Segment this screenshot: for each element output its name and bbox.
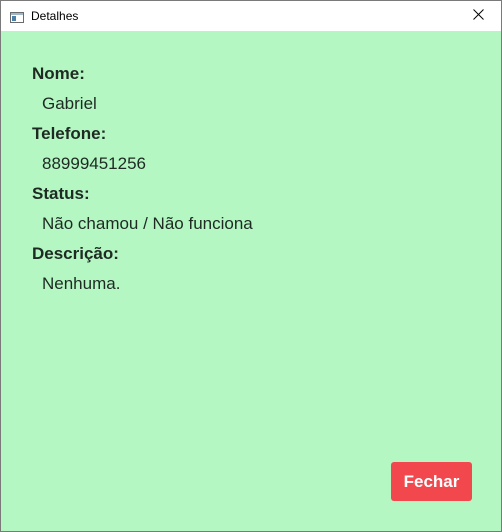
fechar-button[interactable]: Fechar	[391, 462, 472, 501]
window-app-icon	[10, 10, 24, 23]
name-label: Nome:	[32, 64, 85, 83]
close-icon	[472, 7, 484, 25]
phone-label: Telefone:	[32, 124, 107, 143]
title-bar[interactable]: Detalhes	[1, 1, 501, 31]
description-value: Nenhuma.	[42, 274, 121, 293]
description-label: Descrição:	[32, 244, 119, 263]
name-value: Gabriel	[42, 94, 97, 113]
details-panel: Nome: Gabriel Telefone: 88999451256 Stat…	[1, 31, 501, 531]
status-value: Não chamou / Não funciona	[42, 214, 253, 233]
phone-value: 88999451256	[42, 154, 147, 173]
status-label: Status:	[32, 184, 90, 203]
details-window: Detalhes Nome: Gabriel Telefone: 8899945…	[0, 0, 502, 532]
window-title: Detalhes	[31, 9, 79, 23]
window-close-button[interactable]	[455, 1, 501, 31]
